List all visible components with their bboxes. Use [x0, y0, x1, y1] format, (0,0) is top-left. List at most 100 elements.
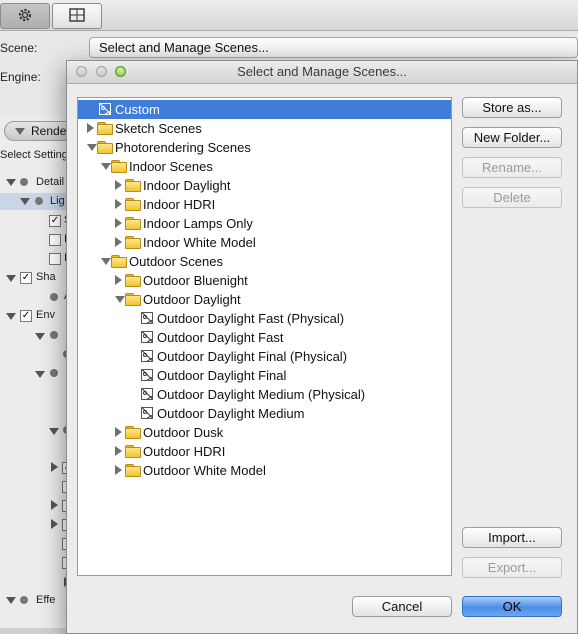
- scene-label: Scene:: [0, 41, 38, 55]
- status-dot-icon: [20, 178, 28, 186]
- tree-folder-row[interactable]: Indoor HDRI: [78, 195, 451, 214]
- disclosure-closed-icon[interactable]: [115, 199, 122, 209]
- tree-scene-row[interactable]: Outdoor Daylight Final: [78, 366, 451, 385]
- chevron-down-icon[interactable]: [20, 198, 30, 205]
- tree-item-label: Indoor Lamps Only: [143, 216, 253, 231]
- tree-item-label: Outdoor HDRI: [143, 444, 226, 459]
- import-button[interactable]: Import...: [462, 527, 562, 548]
- disclosure-open-icon[interactable]: [101, 258, 111, 265]
- scene-tree[interactable]: Custom Sketch Scenes Photorendering Scenes…: [77, 97, 452, 576]
- panel-row-effects: Effe: [36, 594, 56, 606]
- chevron-down-icon[interactable]: [6, 275, 16, 282]
- view-tab[interactable]: [52, 3, 102, 29]
- tree-folder-row[interactable]: Outdoor HDRI: [78, 442, 451, 461]
- store-as-button[interactable]: Store as...: [462, 97, 562, 118]
- chevron-down-icon[interactable]: [49, 428, 59, 435]
- folder-icon: [125, 236, 141, 249]
- select-manage-scenes-dialog: Select and Manage Scenes... Custom Sketch…: [66, 60, 578, 634]
- tree-scene-row[interactable]: Outdoor Daylight Final (Physical): [78, 347, 451, 366]
- tree-item-label: Outdoor Scenes: [129, 254, 223, 269]
- tree-folder-row[interactable]: Indoor White Model: [78, 233, 451, 252]
- cancel-button[interactable]: Cancel: [352, 596, 452, 617]
- tree-folder-row[interactable]: Outdoor White Model: [78, 461, 451, 480]
- ok-button[interactable]: OK: [462, 596, 562, 617]
- disclosure-open-icon[interactable]: [115, 296, 125, 303]
- render-label: Rende: [31, 124, 67, 138]
- engine-label: Engine:: [0, 70, 41, 84]
- chevron-down-icon[interactable]: [6, 179, 16, 186]
- rename-button[interactable]: Rename...: [462, 157, 562, 178]
- tree-scene-row[interactable]: Outdoor Daylight Fast (Physical): [78, 309, 451, 328]
- render-section-button[interactable]: Rende: [4, 121, 74, 141]
- tree-folder-row[interactable]: Photorendering Scenes: [78, 138, 451, 157]
- tree-item-label: Indoor Daylight: [143, 178, 231, 193]
- tree-scene-row[interactable]: Outdoor Daylight Medium (Physical): [78, 385, 451, 404]
- export-button[interactable]: Export...: [462, 557, 562, 578]
- tree-item-label: Custom: [115, 102, 160, 117]
- disclosure-open-icon[interactable]: [101, 163, 111, 170]
- folder-icon: [111, 255, 127, 268]
- folder-icon: [125, 464, 141, 477]
- tree-folder-row[interactable]: Outdoor Bluenight: [78, 271, 451, 290]
- gear-icon: [17, 7, 33, 26]
- shadows-checkbox[interactable]: ✓: [20, 272, 32, 284]
- scene-file-icon: [141, 331, 153, 343]
- status-dot-icon: [35, 197, 43, 205]
- lights-checkbox[interactable]: ✓: [49, 215, 61, 227]
- tree-folder-row[interactable]: Outdoor Daylight: [78, 290, 451, 309]
- tree-item-label: Outdoor Daylight Fast (Physical): [157, 311, 345, 326]
- scene-dropdown[interactable]: Select and Manage Scenes...: [89, 37, 578, 58]
- status-dot-icon: [50, 331, 58, 339]
- disclosure-closed-icon[interactable]: [115, 237, 122, 247]
- tree-item-label: Outdoor Bluenight: [143, 273, 248, 288]
- disclosure-closed-icon[interactable]: [115, 427, 122, 437]
- lights-checkbox[interactable]: [49, 234, 61, 246]
- panel-row-lights: Lig: [50, 195, 65, 207]
- tree-item-label: Photorendering Scenes: [115, 140, 251, 155]
- tree-scene-row[interactable]: Outdoor Daylight Medium: [78, 404, 451, 423]
- tree-folder-row[interactable]: Indoor Daylight: [78, 176, 451, 195]
- tree-scene-row[interactable]: Custom: [78, 100, 451, 119]
- tree-folder-row[interactable]: Sketch Scenes: [78, 119, 451, 138]
- chevron-right-icon[interactable]: [51, 500, 58, 510]
- folder-icon: [125, 426, 141, 439]
- delete-button[interactable]: Delete: [462, 187, 562, 208]
- folder-icon: [125, 293, 141, 306]
- chevron-right-icon[interactable]: [51, 462, 58, 472]
- chevron-down-icon: [15, 128, 25, 135]
- chevron-down-icon[interactable]: [6, 313, 16, 320]
- disclosure-closed-icon[interactable]: [115, 275, 122, 285]
- folder-icon: [125, 198, 141, 211]
- environment-checkbox[interactable]: ✓: [20, 310, 32, 322]
- folder-icon: [125, 217, 141, 230]
- tree-scene-row[interactable]: Outdoor Daylight Fast: [78, 328, 451, 347]
- disclosure-open-icon[interactable]: [87, 144, 97, 151]
- chevron-down-icon[interactable]: [35, 371, 45, 378]
- folder-icon: [125, 445, 141, 458]
- settings-toolbar: [0, 0, 578, 31]
- disclosure-closed-icon[interactable]: [87, 123, 94, 133]
- tree-item-label: Outdoor White Model: [143, 463, 266, 478]
- lights-checkbox[interactable]: [49, 253, 61, 265]
- chevron-down-icon[interactable]: [6, 597, 16, 604]
- chevron-down-icon[interactable]: [35, 333, 45, 340]
- disclosure-closed-icon[interactable]: [115, 465, 122, 475]
- tree-folder-row[interactable]: Outdoor Dusk: [78, 423, 451, 442]
- disclosure-closed-icon[interactable]: [115, 180, 122, 190]
- scene-file-icon: [141, 388, 153, 400]
- disclosure-closed-icon[interactable]: [115, 218, 122, 228]
- chevron-right-icon[interactable]: [51, 519, 58, 529]
- tree-folder-row[interactable]: Outdoor Scenes: [78, 252, 451, 271]
- tree-item-label: Indoor Scenes: [129, 159, 213, 174]
- panel-row-environment: Env: [36, 309, 55, 321]
- tree-folder-row[interactable]: Indoor Lamps Only: [78, 214, 451, 233]
- tree-item-label: Indoor White Model: [143, 235, 256, 250]
- dialog-title: Select and Manage Scenes...: [237, 64, 407, 79]
- new-folder-button[interactable]: New Folder...: [462, 127, 562, 148]
- status-dot-icon: [50, 293, 58, 301]
- tree-folder-row[interactable]: Indoor Scenes: [78, 157, 451, 176]
- select-settings-label: Select Setting: [0, 149, 68, 161]
- tree-item-label: Indoor HDRI: [143, 197, 216, 212]
- disclosure-closed-icon[interactable]: [115, 446, 122, 456]
- settings-tab[interactable]: [0, 3, 50, 29]
